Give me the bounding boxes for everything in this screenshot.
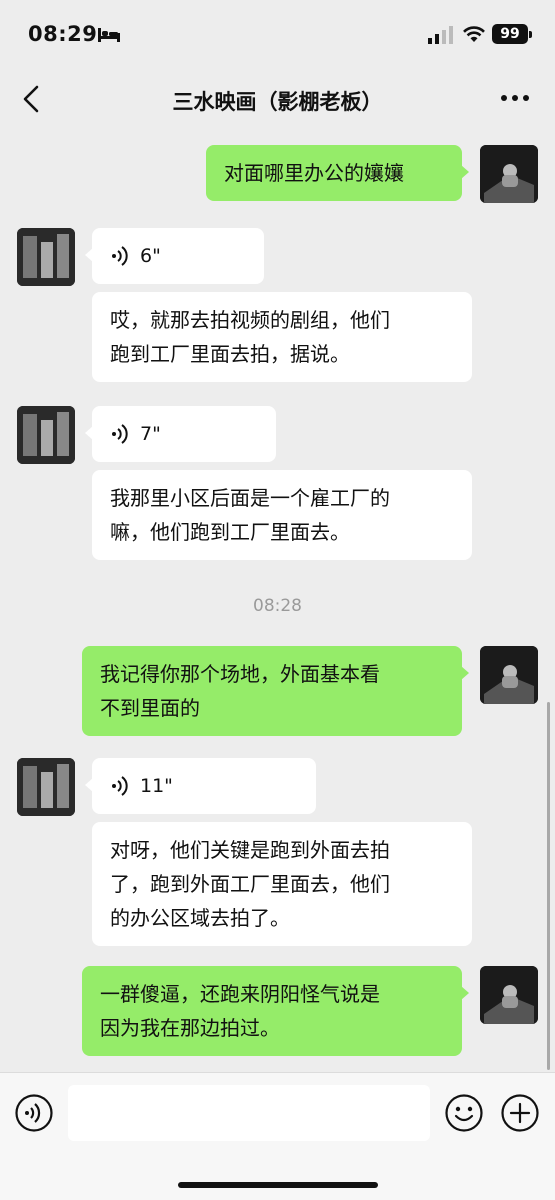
contact-avatar[interactable]: [17, 758, 75, 816]
voice-duration: 11": [140, 775, 173, 797]
my-avatar[interactable]: [480, 646, 538, 704]
message-line: 的办公区域去拍了。: [110, 906, 290, 930]
voice-input-toggle-icon[interactable]: [14, 1093, 54, 1133]
emoji-icon[interactable]: [444, 1093, 484, 1133]
message-line: 了，跑到外面工厂里面去，他们: [110, 872, 390, 896]
voice-wave-icon: [112, 424, 128, 444]
chat-header: 三水映画（影棚老板）: [0, 70, 555, 128]
outgoing-message[interactable]: 对面哪里办公的孃孃: [206, 145, 469, 201]
signal-icon: [428, 26, 453, 44]
my-avatar[interactable]: [480, 966, 538, 1024]
message-line: 一群傻逼，还跑来阴阳怪气说是: [100, 982, 380, 1006]
chat-title: 三水映画（影棚老板）: [172, 90, 383, 114]
message-line: 对呀，他们关键是跑到外面去拍: [110, 838, 390, 862]
wifi-icon: [463, 26, 485, 42]
voice-message[interactable]: 11": [85, 758, 316, 814]
message-line: 跑到工厂里面去拍，据说。: [110, 342, 350, 366]
home-indicator: [178, 1182, 378, 1188]
message-text: 对面哪里办公的孃孃: [224, 161, 404, 185]
voice-wave-icon: [112, 246, 128, 266]
outgoing-message[interactable]: 一群傻逼，还跑来阴阳怪气说是 因为我在那边拍过。: [82, 966, 469, 1056]
voice-duration: 6": [140, 245, 161, 267]
voice-message[interactable]: 6": [85, 228, 264, 284]
outgoing-message[interactable]: 我记得你那个场地，外面基本看 不到里面的: [82, 646, 469, 736]
voice-duration: 7": [140, 423, 161, 445]
contact-avatar[interactable]: [17, 228, 75, 286]
message-line: 我那里小区后面是一个雇工厂的: [110, 486, 390, 510]
incoming-message[interactable]: 哎，就那去拍视频的剧组，他们 跑到工厂里面去拍，据说。: [92, 292, 472, 382]
battery-nub: [529, 31, 532, 38]
message-line: 因为我在那边拍过。: [100, 1016, 280, 1040]
message-timestamp: 08:28: [253, 596, 302, 616]
sleep-focus-icon: [98, 28, 120, 42]
plus-icon[interactable]: [500, 1093, 540, 1133]
more-options-button[interactable]: [498, 84, 532, 112]
back-button[interactable]: [16, 82, 48, 116]
contact-avatar[interactable]: [17, 406, 75, 464]
voice-wave-icon: [112, 776, 128, 796]
input-bar: [0, 1072, 555, 1200]
incoming-message[interactable]: 对呀，他们关键是跑到外面去拍 了，跑到外面工厂里面去，他们 的办公区域去拍了。: [92, 822, 472, 946]
message-input[interactable]: [68, 1085, 430, 1141]
status-bar: 08:29 99: [0, 0, 555, 70]
my-avatar[interactable]: [480, 145, 538, 203]
message-line: 不到里面的: [100, 696, 200, 720]
message-line: 哎，就那去拍视频的剧组，他们: [110, 308, 390, 332]
message-line: 嘛，他们跑到工厂里面去。: [110, 520, 350, 544]
status-time: 08:29: [28, 22, 98, 46]
voice-message[interactable]: 7": [85, 406, 276, 462]
battery-indicator: 99: [492, 24, 528, 44]
message-line: 我记得你那个场地，外面基本看: [100, 662, 380, 686]
incoming-message[interactable]: 我那里小区后面是一个雇工厂的 嘛，他们跑到工厂里面去。: [92, 470, 472, 560]
chat-scrollbar[interactable]: [547, 702, 550, 1070]
